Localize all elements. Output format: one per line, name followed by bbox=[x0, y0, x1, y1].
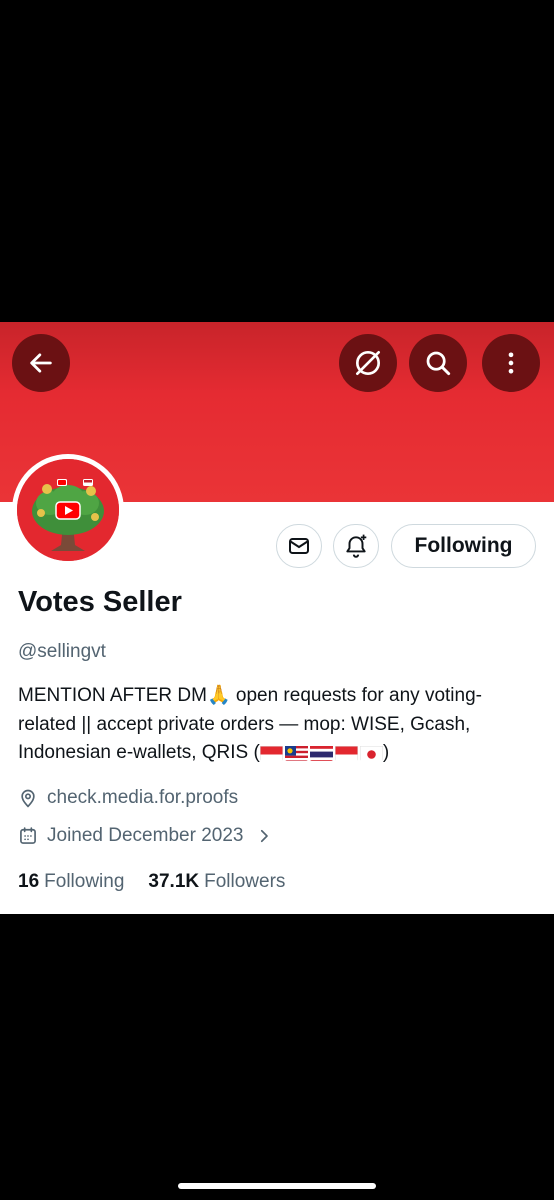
avatar[interactable] bbox=[12, 454, 124, 566]
envelope-icon bbox=[289, 538, 309, 554]
calendar-icon bbox=[20, 827, 36, 844]
bell-plus-icon bbox=[346, 534, 367, 558]
bio-body: MENTION AFTER DM🙏 open requests for any … bbox=[18, 685, 482, 763]
japan-flag-icon bbox=[359, 744, 383, 761]
money-tree-logo bbox=[17, 459, 119, 561]
followers-link[interactable]: 37.1K Followers bbox=[148, 871, 285, 893]
flag-icons bbox=[259, 744, 383, 761]
chevron-right-icon bbox=[261, 829, 269, 843]
notifications-button[interactable] bbox=[333, 524, 379, 568]
no-symbol-icon bbox=[356, 351, 380, 375]
monaco-flag-icon bbox=[334, 744, 358, 761]
home-indicator bbox=[178, 1183, 376, 1189]
back-button[interactable] bbox=[12, 334, 70, 392]
username-handle: @sellingvt bbox=[18, 641, 106, 662]
location-pin-icon bbox=[21, 789, 35, 808]
profile-header: Following Votes Seller @sellingvt MENTIO… bbox=[0, 322, 554, 914]
followers-count: 37.1K bbox=[148, 871, 200, 892]
display-name: Votes Seller bbox=[18, 586, 182, 618]
vertical-dots-icon bbox=[508, 352, 514, 374]
block-button[interactable] bbox=[339, 334, 397, 392]
thailand-flag-icon bbox=[309, 744, 333, 761]
location-row: check.media.for.proofs bbox=[18, 787, 238, 809]
search-button[interactable] bbox=[409, 334, 467, 392]
followers-label: Followers bbox=[204, 871, 286, 892]
bio-text: MENTION AFTER DM🙏 open requests for any … bbox=[18, 682, 538, 768]
following-count: 16 bbox=[18, 871, 40, 892]
bio-close-paren: ) bbox=[382, 742, 390, 763]
more-options-button[interactable] bbox=[482, 334, 540, 392]
location-text: check.media.for.proofs bbox=[47, 787, 239, 808]
follow-stats: 16 Following 37.1K Followers bbox=[18, 871, 285, 893]
avatar-image bbox=[17, 459, 119, 561]
joined-row[interactable]: Joined December 2023 bbox=[18, 825, 273, 847]
following-button[interactable]: Following bbox=[391, 524, 536, 568]
arrow-left-icon bbox=[30, 353, 52, 373]
message-button[interactable] bbox=[276, 524, 322, 568]
following-link[interactable]: 16 Following bbox=[18, 871, 124, 893]
joined-text: Joined December 2023 bbox=[47, 825, 244, 846]
indonesia-flag-icon bbox=[259, 744, 283, 761]
malaysia-flag-icon bbox=[284, 744, 308, 761]
search-icon bbox=[426, 351, 451, 376]
following-label: Following bbox=[44, 871, 125, 892]
